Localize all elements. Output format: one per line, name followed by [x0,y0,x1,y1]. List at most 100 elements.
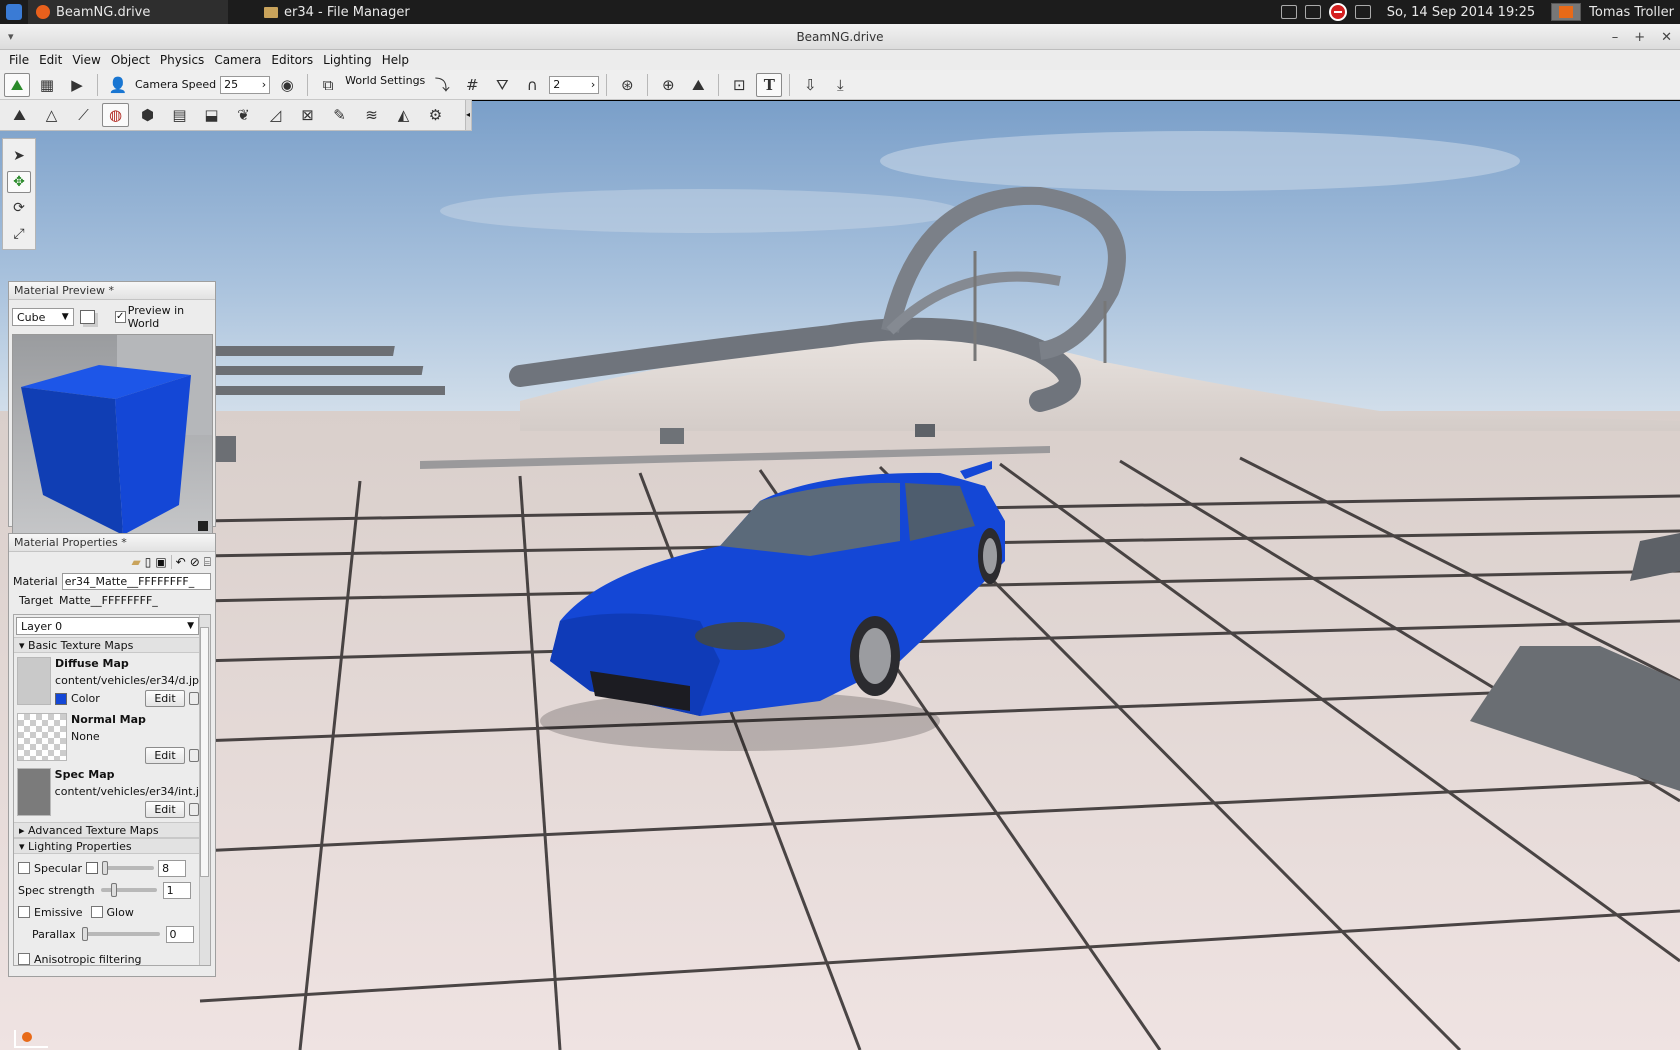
mesh-road-icon[interactable]: ◿ [262,103,289,127]
new-file-icon[interactable]: ▯ [145,555,152,570]
bounds-snap-icon[interactable]: ⛛ [489,73,515,97]
road-editor-icon[interactable]: ⟋ [70,103,97,127]
spec-strength-field[interactable]: 1 [162,881,191,899]
convex-editor-icon[interactable]: ⊠ [294,103,321,127]
menu-edit[interactable]: Edit [34,53,67,67]
trash-icon[interactable] [189,749,199,762]
keyboard-icon[interactable] [1280,5,1297,19]
decal-road-icon[interactable]: ≋ [358,103,385,127]
forest-editor-icon[interactable]: ❦ [230,103,257,127]
river-editor-icon[interactable]: ✎ [326,103,353,127]
fit-view-icon[interactable]: ⊡ [726,73,752,97]
menu-help[interactable]: Help [377,53,414,67]
task-beamng[interactable]: BeamNG.drive [28,0,228,24]
layer-select[interactable]: Layer 0 ▼ [16,617,199,635]
screenshot-icon[interactable]: ⧉ [315,73,341,97]
camera-speed-stepper[interactable]: 25 › [220,75,271,94]
start-menu-button[interactable] [0,0,28,24]
edit-normal-button[interactable]: Edit [145,747,185,764]
drop-at-camera-icon[interactable]: ⇩ [797,73,823,97]
anisotropic-filtering-checkbox[interactable] [18,953,30,965]
menu-view[interactable]: View [67,53,105,67]
chevron-right-icon[interactable]: › [262,78,266,91]
edit-diffuse-button[interactable]: Edit [145,690,185,707]
task-file-manager[interactable]: er34 - File Manager [256,0,418,24]
close-icon[interactable]: ✕ [1661,30,1672,45]
datablock-icon[interactable]: ▤ [166,103,193,127]
vehicle-editor-icon[interactable]: ⚙ [422,103,449,127]
parallax-field[interactable]: 0 [165,925,194,943]
visibility-eye-icon[interactable]: ◉ [274,73,300,97]
render-icon[interactable]: ⛰ [685,73,711,97]
rotate-tool-icon[interactable]: ⟳ [7,197,31,219]
spec-map-thumbnail[interactable] [17,768,51,816]
world-editor-icon[interactable]: ⛰ [4,72,30,97]
menu-camera[interactable]: Camera [209,53,266,67]
trash-icon[interactable] [189,803,199,816]
material-name-field[interactable]: er34_Matte__FFFFFFFF_ [61,573,211,590]
undo-icon[interactable]: ↶ [176,555,186,570]
advanced-texture-maps-header[interactable]: ▸ Advanced Texture Maps [14,822,202,838]
lighting-properties-header[interactable]: ▾ Lighting Properties [14,838,202,854]
grid-snap-icon[interactable]: # [459,73,485,97]
menu-physics[interactable]: Physics [155,53,209,67]
glow-checkbox[interactable] [90,906,103,918]
emissive-checkbox[interactable] [18,906,30,918]
select-arrow-icon[interactable]: ➤ [7,145,31,167]
text-mode-icon[interactable]: T [756,72,783,97]
specular-color-swatch[interactable] [86,862,99,874]
terrain-editor-icon[interactable]: ⛰ [6,103,33,127]
menu-object[interactable]: Object [106,53,155,67]
collapse-toolbar-icon[interactable]: ◂ [465,100,471,130]
object-center-icon[interactable]: ⊛ [614,73,640,97]
basic-texture-maps-header[interactable]: ▾ Basic Texture Maps [14,637,202,653]
world-settings-label[interactable]: World Settings [345,74,425,87]
shape-object-icon[interactable]: ⬢ [134,103,161,127]
delete-icon[interactable]: ⌸ [204,555,211,570]
specular-checkbox[interactable] [18,862,30,874]
minimize-icon[interactable]: – [1612,30,1619,45]
parallax-slider[interactable] [81,927,160,941]
scale-tool-icon[interactable]: ⤢ [7,223,31,245]
resize-handle-icon[interactable] [198,521,208,531]
save-icon[interactable]: ▣ [155,555,166,570]
edit-spec-button[interactable]: Edit [145,801,185,818]
menu-file[interactable]: File [4,53,34,67]
gui-editor-icon[interactable]: ▦ [34,73,60,97]
properties-scrollbar[interactable] [199,615,210,965]
specular-slider[interactable] [102,861,155,875]
clear-icon[interactable]: ⊘ [190,555,200,570]
user-name[interactable]: Tomas Troller [1589,5,1674,20]
scene-viewport[interactable] [0,101,1680,1050]
normal-map-thumbnail[interactable] [17,713,67,761]
material-editor-icon[interactable]: ◍ [102,103,129,127]
material-preview-canvas[interactable] [12,334,213,536]
search-icon[interactable] [1304,5,1321,19]
do-not-disturb-icon[interactable] [1328,3,1347,21]
user-avatar[interactable] [1551,3,1582,21]
maximize-icon[interactable]: + [1634,30,1645,45]
menu-lighting[interactable]: Lighting [318,53,377,67]
preview-in-world-checkbox[interactable]: ✓ [114,311,126,323]
spec-strength-slider[interactable] [100,883,157,897]
specular-power-field[interactable]: 8 [158,859,187,877]
chevron-right-icon[interactable]: › [591,78,595,91]
open-folder-icon[interactable]: ▰ [131,555,140,570]
terrain-painter-icon[interactable]: △ [38,103,65,127]
particle-editor-icon[interactable]: ◭ [390,103,417,127]
play-game-icon[interactable]: ▶ [64,73,90,97]
window-menu-icon[interactable]: ▾ [8,30,14,43]
diffuse-color-swatch[interactable] [55,692,68,705]
magnet-icon[interactable]: ∩ [519,73,545,97]
clock[interactable]: So, 14 Sep 2014 19:25 [1387,5,1535,20]
trash-icon[interactable] [189,692,199,705]
snap-size-stepper[interactable]: 2 › [549,75,600,94]
move-tool-icon[interactable]: ✥ [7,171,31,193]
mail-icon[interactable] [1354,5,1371,19]
preview-shape-select[interactable]: Cube ▼ [12,308,74,326]
drop-to-ground-icon[interactable]: ⤓ [827,73,853,97]
decal-editor-icon[interactable]: ⬓ [198,103,225,127]
diffuse-map-thumbnail[interactable] [17,657,52,705]
world-origin-icon[interactable]: ⊕ [655,73,681,97]
background-color-icon[interactable] [79,310,95,324]
